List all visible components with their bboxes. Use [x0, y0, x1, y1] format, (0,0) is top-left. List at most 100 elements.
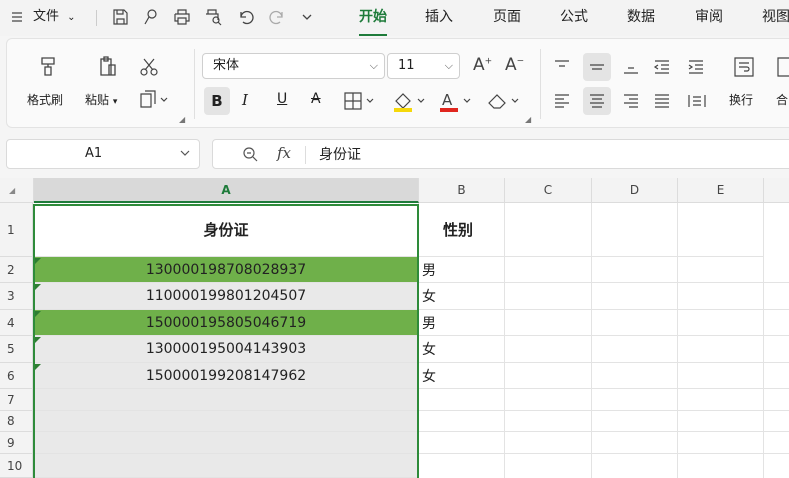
cell-a3[interactable]: 110000199801204507	[34, 283, 419, 310]
cell-a9[interactable]	[34, 432, 419, 454]
cell-b4[interactable]: 男	[419, 310, 505, 336]
row-header-5[interactable]: 5	[0, 336, 33, 363]
cell-b1[interactable]: 性别	[419, 203, 505, 257]
font-color-icon[interactable]: A	[438, 89, 474, 113]
gender-value: 女	[422, 368, 436, 385]
cell-b2[interactable]: 男	[419, 257, 505, 283]
save-icon[interactable]	[111, 8, 129, 26]
font-size-select[interactable]: 11 ⌵	[387, 53, 460, 79]
format-painter-button[interactable]: 格式刷	[23, 53, 73, 113]
file-menu[interactable]: 文件 ⌄	[33, 0, 76, 36]
column-header-e[interactable]: E	[678, 178, 764, 203]
cell-a2[interactable]: 130000198708028937	[34, 257, 419, 283]
column-header-d[interactable]: D	[592, 178, 678, 203]
wrap-text-icon	[734, 57, 754, 77]
cell-c1[interactable]	[505, 203, 592, 257]
row-header-2[interactable]: 2	[0, 257, 33, 283]
font-name-select[interactable]: 宋体 ⌵	[202, 53, 385, 79]
formula-input[interactable]: 身份证	[319, 144, 361, 164]
paste-icon	[100, 56, 116, 76]
underline-button[interactable]: U	[277, 91, 287, 107]
row-header-9[interactable]: 9	[0, 432, 33, 454]
copy-icon[interactable]	[138, 89, 170, 111]
function-icon[interactable]: fx	[277, 144, 291, 162]
column-header-b[interactable]: B	[419, 178, 505, 203]
decrease-font-icon[interactable]: A−	[505, 55, 524, 75]
paste-button[interactable]: 粘贴 ▾	[81, 53, 131, 113]
font-name-value: 宋体	[213, 58, 240, 73]
select-all-corner[interactable]: ◢	[0, 178, 34, 203]
distributed-align-icon[interactable]	[687, 93, 707, 109]
cell-a1[interactable]: 身份证	[34, 203, 419, 257]
zoom-search-icon[interactable]	[242, 146, 258, 162]
cut-icon[interactable]	[138, 56, 160, 78]
cell-a4[interactable]: 150000195805046719	[34, 310, 419, 336]
italic-button[interactable]: I	[242, 91, 248, 109]
undo-icon[interactable]	[237, 8, 255, 26]
hamburger-icon[interactable]	[10, 8, 24, 26]
merge-label: 合	[776, 93, 789, 107]
align-right-icon[interactable]	[622, 93, 640, 109]
row-header-1[interactable]: 1	[0, 203, 33, 257]
wrap-text-button[interactable]: 换行	[727, 53, 761, 115]
tab-review[interactable]: 审阅	[695, 0, 723, 36]
justify-icon[interactable]	[653, 93, 671, 109]
column-header-a[interactable]: A	[34, 178, 419, 203]
ribbon-toolbar: 格式刷 粘贴 ▾ ◢ 宋体 ⌵ 11 ⌵ A+ A− B I U A A ◢ 换…	[6, 38, 789, 128]
bold-button[interactable]: B	[204, 87, 230, 115]
cell-a10[interactable]	[34, 454, 419, 478]
row-header-6[interactable]: 6	[0, 363, 33, 389]
tab-data[interactable]: 数据	[627, 0, 655, 36]
merge-button[interactable]: 合	[773, 53, 789, 115]
row-header-8[interactable]: 8	[0, 411, 33, 432]
tab-view[interactable]: 视图	[762, 0, 789, 36]
row-header-3[interactable]: 3	[0, 283, 33, 310]
header-id-card: 身份证	[203, 221, 249, 239]
formula-bar[interactable]: fx 身份证	[212, 139, 789, 169]
chevron-down-icon[interactable]	[300, 10, 314, 24]
tab-formula[interactable]: 公式	[560, 0, 588, 36]
name-box[interactable]: A1	[6, 139, 200, 169]
tab-page[interactable]: 页面	[493, 0, 521, 36]
tab-start[interactable]: 开始	[359, 0, 387, 36]
cell-b5[interactable]: 女	[419, 336, 505, 363]
cell-b3[interactable]: 女	[419, 283, 505, 310]
column-header-f[interactable]	[764, 178, 789, 203]
row-header-7[interactable]: 7	[0, 389, 33, 411]
cell-a6[interactable]: 150000199208147962	[34, 363, 419, 389]
file-label: 文件	[33, 9, 60, 24]
number-as-text-indicator	[35, 311, 41, 317]
cell-e1[interactable]	[678, 203, 764, 257]
align-left-icon[interactable]	[553, 93, 571, 109]
brush-icon[interactable]	[142, 8, 160, 26]
increase-font-icon[interactable]: A+	[473, 55, 492, 75]
cell-a8[interactable]	[34, 411, 419, 432]
print-preview-icon[interactable]	[204, 8, 222, 26]
row-header-4[interactable]: 4	[0, 310, 33, 336]
align-bottom-icon[interactable]	[622, 59, 640, 75]
format-painter-icon	[41, 57, 55, 76]
chevron-down-icon[interactable]	[179, 147, 191, 159]
decrease-indent-icon[interactable]	[653, 59, 671, 75]
eraser-icon[interactable]	[486, 91, 522, 111]
cell-a5[interactable]: 130000195004143903	[34, 336, 419, 363]
wrap-text-label: 换行	[729, 93, 754, 107]
fill-color-icon[interactable]	[392, 89, 428, 113]
tab-insert[interactable]: 插入	[425, 0, 453, 36]
cell-d1[interactable]	[592, 203, 678, 257]
strikethrough-button[interactable]: A	[311, 91, 321, 107]
column-header-c[interactable]: C	[505, 178, 592, 203]
row-header-10[interactable]: 10	[0, 454, 33, 478]
border-icon[interactable]	[343, 91, 377, 111]
align-top-icon[interactable]	[553, 59, 571, 75]
increase-indent-icon[interactable]	[687, 59, 705, 75]
launcher-icon[interactable]: ◢	[525, 115, 531, 124]
launcher-icon[interactable]: ◢	[179, 115, 185, 124]
cell-reference: A1	[85, 146, 103, 161]
redo-icon[interactable]	[268, 8, 286, 26]
align-center-icon[interactable]	[583, 87, 611, 115]
cell-b6[interactable]: 女	[419, 363, 505, 389]
cell-a7[interactable]	[34, 389, 419, 411]
print-icon[interactable]	[173, 8, 191, 26]
align-middle-icon[interactable]	[583, 53, 611, 81]
